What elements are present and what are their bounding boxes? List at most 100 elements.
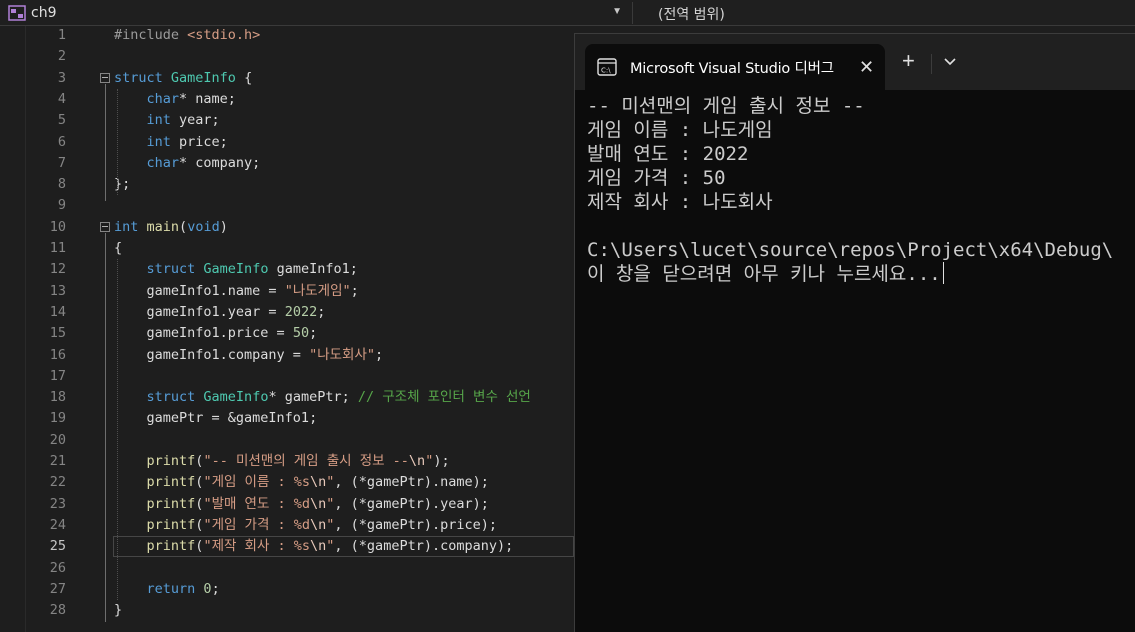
code-token: ; (211, 580, 220, 597)
code-text: gameInfo1.price = 50; (114, 323, 318, 344)
code-token: gameInfo1.company = (114, 346, 310, 363)
code-line[interactable]: 15 gameInfo1.price = 50; (0, 323, 574, 344)
code-line[interactable]: 17 (0, 366, 574, 387)
code-line[interactable]: 11 { (0, 238, 574, 259)
code-line[interactable]: 8}; (0, 174, 574, 195)
console-titlebar: C:\ Microsoft Visual Studio 디버그 ✕ + (575, 34, 1135, 90)
console-output-line: C:\Users\lucet\source\repos\Project\x64\… (587, 238, 1135, 262)
new-tab-plus-icon[interactable]: + (902, 50, 915, 72)
line-number: 13 (49, 282, 66, 299)
code-line[interactable]: 6 int price; (0, 132, 574, 153)
navbar-divider (632, 2, 633, 24)
close-icon[interactable]: ✕ (859, 57, 874, 77)
code-token: , (*gamePtr).price); (334, 516, 497, 533)
code-line[interactable]: 21 printf("-- 미션맨의 게임 출시 정보 --\n"); (0, 451, 574, 472)
code-line[interactable]: 24 printf("게임 가격 : %d\n", (*gamePtr).pri… (0, 515, 574, 536)
code-token: struct (146, 389, 204, 406)
line-number: 14 (49, 303, 66, 320)
line-number: 7 (57, 154, 66, 171)
code-line[interactable]: 25 printf("제작 회사 : %s\n", (*gamePtr).com… (0, 536, 574, 558)
code-line[interactable]: 14 gameInfo1.year = 2022; (0, 302, 574, 323)
code-token: printf (146, 495, 196, 512)
console-text: C:\Users\lucet\source\repos\Project\x64\… (587, 239, 1114, 261)
code-line[interactable]: 3 struct GameInfo { (0, 68, 574, 89)
svg-text:C:\: C:\ (601, 67, 611, 75)
line-number: 12 (49, 261, 66, 278)
code-token: year; (170, 112, 220, 129)
code-line[interactable]: 27 return 0; (0, 579, 574, 600)
chevron-down-icon[interactable] (943, 54, 957, 68)
code-line[interactable]: 5 int year; (0, 110, 574, 131)
member-scope-dropdown[interactable]: (전역 범위) (658, 4, 725, 24)
code-token: gameInfo1.name = (114, 282, 285, 299)
line-number: 3 (57, 69, 66, 86)
code-token: } (114, 602, 123, 619)
code-token: "게임 가격 : %d (203, 516, 311, 533)
code-token: printf (146, 516, 196, 533)
code-line[interactable]: 20 (0, 430, 574, 451)
code-token: return (146, 580, 204, 597)
console-text: 제작 회사 : 나도회사 (587, 191, 773, 213)
console-output-line: 제작 회사 : 나도회사 (587, 190, 1135, 214)
console-tab[interactable]: C:\ Microsoft Visual Studio 디버그 ✕ (585, 44, 885, 90)
code-token: <stdio.h> (187, 27, 261, 43)
code-token: struct (114, 69, 171, 86)
text-cursor (942, 262, 944, 284)
code-line[interactable]: 13 gameInfo1.name = "나도게임"; (0, 281, 574, 302)
line-number: 26 (49, 559, 66, 576)
code-token: , (*gamePtr).company); (334, 538, 514, 555)
code-token: \n (310, 474, 327, 491)
code-text: printf("발매 연도 : %d\n", (*gamePtr).year); (114, 494, 489, 515)
code-text: char* company; (114, 153, 261, 174)
code-text: struct GameInfo gameInfo1; (114, 259, 358, 280)
code-line[interactable]: 2 (0, 46, 574, 67)
line-number: 18 (49, 389, 66, 406)
code-line[interactable]: 9 (0, 195, 574, 216)
titlebar-separator (931, 54, 932, 74)
code-line[interactable]: 22 printf("게임 이름 : %s\n", (*gamePtr).nam… (0, 472, 574, 493)
code-line[interactable]: 7 char* company; (0, 153, 574, 174)
code-line[interactable]: 19 gamePtr = &gameInfo1; (0, 408, 574, 429)
project-scope-dropdown[interactable]: ch9 ▼ (2, 2, 628, 24)
code-line[interactable]: 16 gameInfo1.company = "나도회사"; (0, 345, 574, 366)
code-token: ); (433, 453, 450, 469)
code-token: main (146, 218, 180, 235)
console-text: 발매 연도 : 2022 (587, 143, 749, 165)
line-number: 22 (49, 474, 66, 491)
code-token: "-- 미션맨의 게임 출시 정보 -- (203, 453, 409, 469)
code-line[interactable]: 18 struct GameInfo* gamePtr; // 구조체 포인터 … (0, 387, 574, 408)
code-line[interactable]: 1 #include <stdio.h> (0, 25, 574, 46)
line-number: 4 (57, 90, 66, 107)
code-line[interactable]: 12 struct GameInfo gameInfo1; (0, 259, 574, 280)
code-token: * company; (179, 154, 261, 171)
code-line[interactable]: 23 printf("발매 연도 : %d\n", (*gamePtr).yea… (0, 494, 574, 515)
code-text: gamePtr = &gameInfo1; (114, 408, 318, 429)
code-text: printf("제작 회사 : %s\n", (*gamePtr).compan… (114, 536, 514, 557)
code-line[interactable]: 28} (0, 600, 574, 621)
code-token: void (187, 218, 220, 235)
code-token: \n (408, 453, 426, 469)
code-line[interactable]: 26 (0, 558, 574, 579)
line-number: 8 (57, 176, 66, 193)
console-text: 게임 이름 : 나도게임 (587, 119, 773, 141)
console-output-line: 이 창을 닫으려면 아무 키나 누르세요... (587, 262, 1135, 286)
code-token: "제작 회사 : %s (203, 538, 311, 555)
code-text: struct GameInfo* gamePtr; // 구조체 포인터 변수 … (114, 387, 531, 408)
code-line[interactable]: 4 char* name; (0, 89, 574, 110)
code-line[interactable]: 10 int main(void) (0, 217, 574, 238)
line-number: 21 (49, 453, 66, 469)
code-token: , (*gamePtr).year); (334, 495, 489, 512)
console-tab-title: Microsoft Visual Studio 디버그 (630, 60, 834, 77)
code-text: int year; (114, 110, 220, 131)
code-text: int price; (114, 132, 228, 153)
code-token: \n (310, 516, 327, 533)
collapse-toggle-icon[interactable] (100, 72, 110, 83)
collapse-toggle-icon[interactable] (100, 221, 110, 232)
code-token: GameInfo (203, 389, 269, 406)
line-number: 10 (49, 218, 66, 235)
code-token: gamePtr = &gameInfo1; (114, 410, 318, 427)
